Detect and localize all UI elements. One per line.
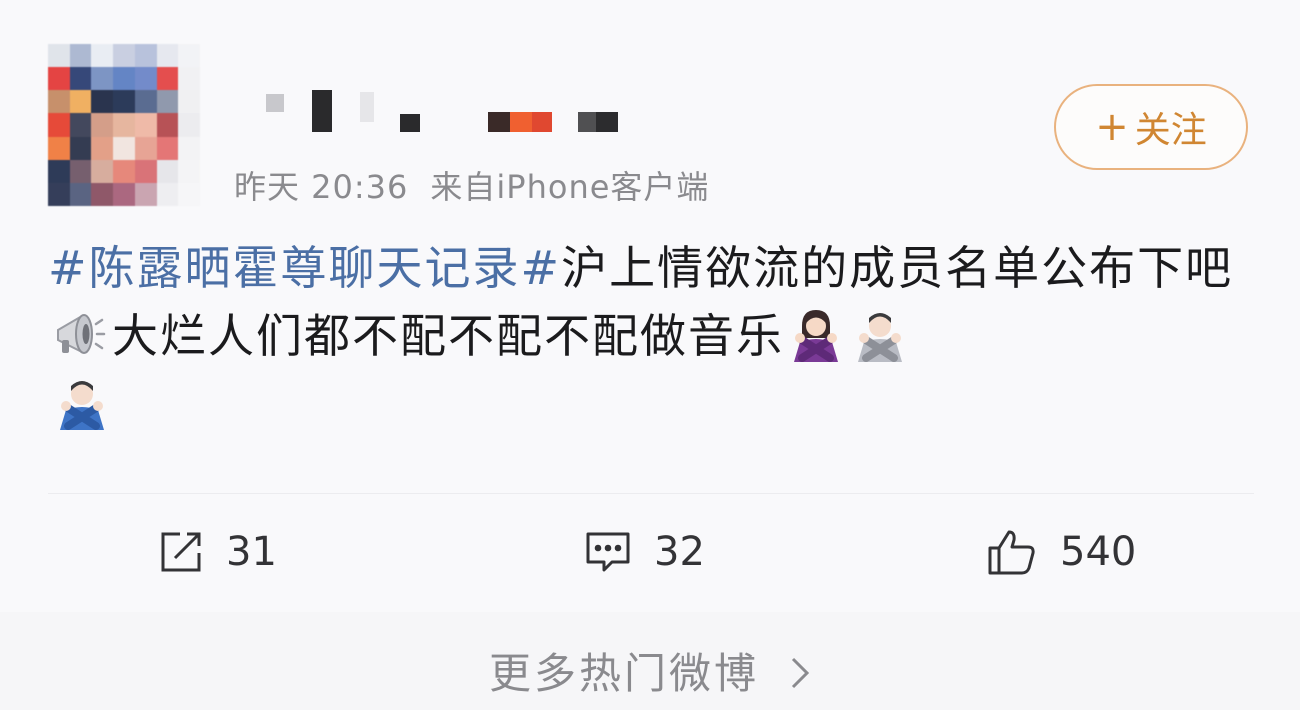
- post-card: 昨天 20:36 来自iPhone客户端 + 关注 #陈露晒霍尊聊天记录#沪上情欲…: [0, 0, 1300, 612]
- post-meta: 昨天 20:36 来自iPhone客户端: [234, 162, 709, 208]
- repost-icon: [161, 532, 201, 572]
- more-hot-weibo-link[interactable]: 更多热门微博: [0, 640, 1300, 701]
- avatar[interactable]: [48, 44, 200, 206]
- follow-button[interactable]: + 关注: [1054, 84, 1248, 170]
- hashtag-link[interactable]: #陈露晒霍尊聊天记录#: [48, 241, 561, 295]
- man-gesturing-no-emoji: [858, 312, 902, 362]
- repost-count: 31: [226, 529, 277, 575]
- like-count: 540: [1060, 529, 1137, 575]
- follow-label: 关注: [1134, 110, 1207, 151]
- comment-icon: [586, 532, 630, 572]
- post-text-part2: 大烂人们都不配不配不配做音乐: [112, 309, 784, 363]
- post-source[interactable]: 来自iPhone客户端: [430, 168, 709, 206]
- megaphone-emoji: [57, 313, 106, 354]
- repost-button[interactable]: 31: [158, 520, 277, 584]
- post-time: 昨天 20:36: [234, 168, 409, 206]
- post-actions: 31 32 540: [0, 520, 1300, 584]
- username-pixelated[interactable]: [262, 86, 642, 136]
- thumbs-up-icon: [988, 530, 1035, 575]
- more-label: 更多热门微博: [488, 649, 759, 698]
- divider: [48, 493, 1254, 494]
- comment-button[interactable]: 32: [584, 520, 705, 584]
- man-gesturing-no-emoji: [60, 380, 104, 430]
- post-text: #陈露晒霍尊聊天记录#沪上情欲流的成员名单公布下吧 大烂人们都不配不配不配做音乐: [48, 234, 1258, 438]
- plus-icon: +: [1095, 104, 1129, 150]
- woman-gesturing-no-emoji: [794, 309, 838, 362]
- like-button[interactable]: 540: [986, 520, 1136, 584]
- comment-count: 32: [654, 529, 705, 575]
- chevron-right-icon: [791, 657, 810, 688]
- post-text-part1: 沪上情欲流的成员名单公布下吧: [561, 241, 1234, 295]
